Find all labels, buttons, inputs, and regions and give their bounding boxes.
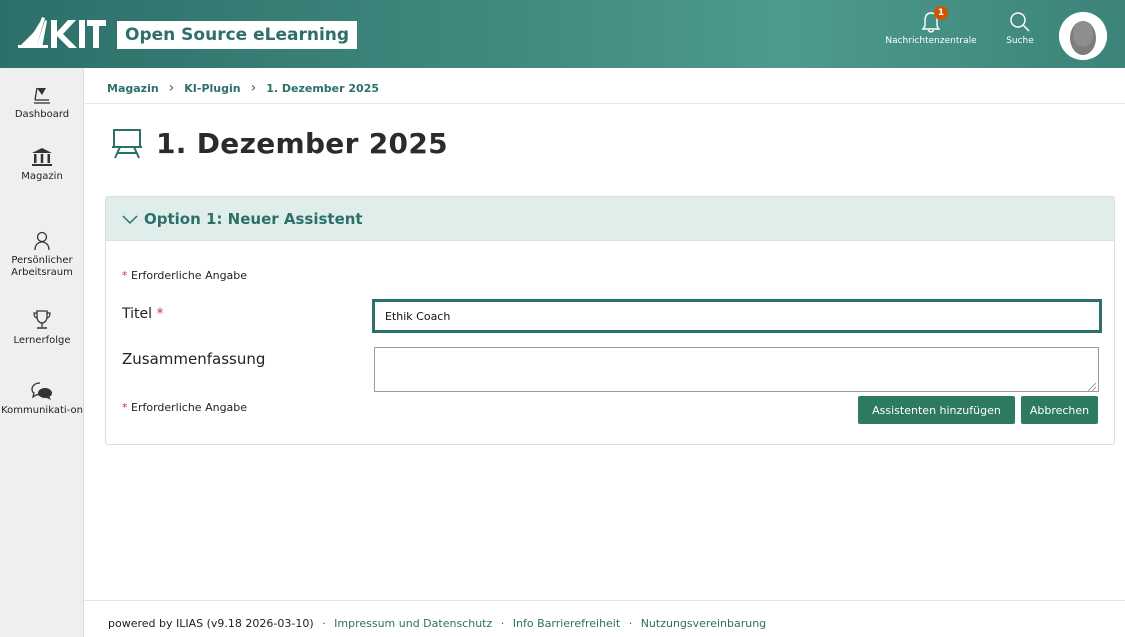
- search-button[interactable]: Suche: [1000, 10, 1040, 46]
- sidebar-item-label: Kommunikati-on: [1, 405, 83, 416]
- sidebar-item-label: Magazin: [21, 171, 63, 182]
- notification-center-button[interactable]: 1 Nachrichtenzentrale: [884, 6, 978, 46]
- chevron-down-icon: [122, 214, 138, 224]
- chevron-right-icon: ›: [168, 80, 175, 96]
- trophy-icon: [33, 310, 51, 329]
- person-icon: [34, 231, 50, 251]
- required-note-bottom: * Erforderliche Angabe: [122, 401, 247, 414]
- resize-grip-icon[interactable]: [1088, 383, 1096, 391]
- sidebar-item-magazin[interactable]: Magazin: [0, 146, 84, 183]
- page-header: 1. Dezember 2025: [110, 126, 448, 160]
- museum-icon: [32, 148, 52, 166]
- notification-label: Nachrichtenzentrale: [885, 36, 977, 46]
- sidebar-item-label: Dashboard: [14, 109, 70, 120]
- footer-link-imprint[interactable]: Impressum und Datenschutz: [334, 617, 492, 630]
- sidebar-item-personal-workspace[interactable]: Persönlicher Arbeitsraum: [0, 230, 84, 279]
- sidebar-item-achievements[interactable]: Lernerfolge: [0, 308, 84, 347]
- cancel-button[interactable]: Abbrechen: [1021, 396, 1098, 424]
- section-title: Option 1: Neuer Assistent: [144, 209, 363, 228]
- add-assistant-button[interactable]: Assistenten hinzufügen: [858, 396, 1015, 424]
- top-header: Open Source eLearning 1 Nachrichtenzentr…: [0, 0, 1125, 68]
- sidebar-item-dashboard[interactable]: Dashboard: [0, 84, 84, 121]
- required-note-text: Erforderliche Angabe: [131, 269, 248, 282]
- title-label-text: Titel: [122, 306, 153, 322]
- page-footer: powered by ILIAS (v9.18 2026-03-10) · Im…: [108, 617, 766, 630]
- form-panel: Option 1: Neuer Assistent * Erforderlich…: [105, 196, 1115, 445]
- required-note-top: * Erforderliche Angabe: [122, 269, 247, 282]
- required-note-text: Erforderliche Angabe: [131, 401, 248, 414]
- page-title: 1. Dezember 2025: [156, 126, 448, 160]
- breadcrumb-item[interactable]: Magazin: [107, 82, 159, 95]
- required-asterisk: *: [122, 269, 128, 282]
- footer-link-terms[interactable]: Nutzungsvereinbarung: [641, 617, 766, 630]
- powered-by-text: powered by ILIAS (v9.18 2026-03-10): [108, 617, 314, 630]
- breadcrumb-item[interactable]: KI-Plugin: [184, 82, 240, 95]
- separator-dot: ·: [628, 617, 633, 630]
- title-label: Titel *: [122, 306, 163, 322]
- user-avatar-icon: [1059, 12, 1107, 60]
- title-input[interactable]: [372, 299, 1102, 333]
- dashboard-icon: [34, 87, 50, 104]
- sidebar-item-label: Lernerfolge: [13, 335, 71, 346]
- chevron-right-icon: ›: [250, 80, 257, 96]
- main-sidebar: Dashboard Magazin Persönlicher Arbeitsra…: [0, 68, 84, 637]
- breadcrumb: Magazin › KI-Plugin › 1. Dezember 2025: [107, 80, 379, 96]
- required-asterisk: *: [122, 401, 128, 414]
- summary-label: Zusammenfassung: [122, 350, 266, 368]
- search-icon: [1010, 12, 1030, 32]
- chat-icon: [31, 382, 52, 400]
- sidebar-item-communication[interactable]: Kommunikati-on: [0, 380, 84, 417]
- search-label: Suche: [1006, 36, 1034, 46]
- brand-title[interactable]: Open Source eLearning: [117, 21, 358, 49]
- separator-dot: ·: [322, 617, 326, 630]
- footer-divider: [84, 600, 1125, 601]
- kit-logo[interactable]: [16, 14, 106, 54]
- sidebar-item-label: Persönlicher Arbeitsraum: [11, 255, 73, 278]
- avatar[interactable]: [1059, 12, 1107, 60]
- presentation-board-icon: [112, 129, 142, 159]
- notification-badge: 1: [934, 6, 948, 20]
- section-header[interactable]: Option 1: Neuer Assistent: [106, 197, 1114, 241]
- required-asterisk: *: [156, 306, 164, 322]
- footer-link-accessibility[interactable]: Info Barrierefreiheit: [513, 617, 620, 630]
- summary-textarea[interactable]: [374, 347, 1099, 392]
- breadcrumb-divider: [84, 103, 1125, 104]
- separator-dot: ·: [500, 617, 505, 630]
- breadcrumb-item[interactable]: 1. Dezember 2025: [266, 82, 379, 95]
